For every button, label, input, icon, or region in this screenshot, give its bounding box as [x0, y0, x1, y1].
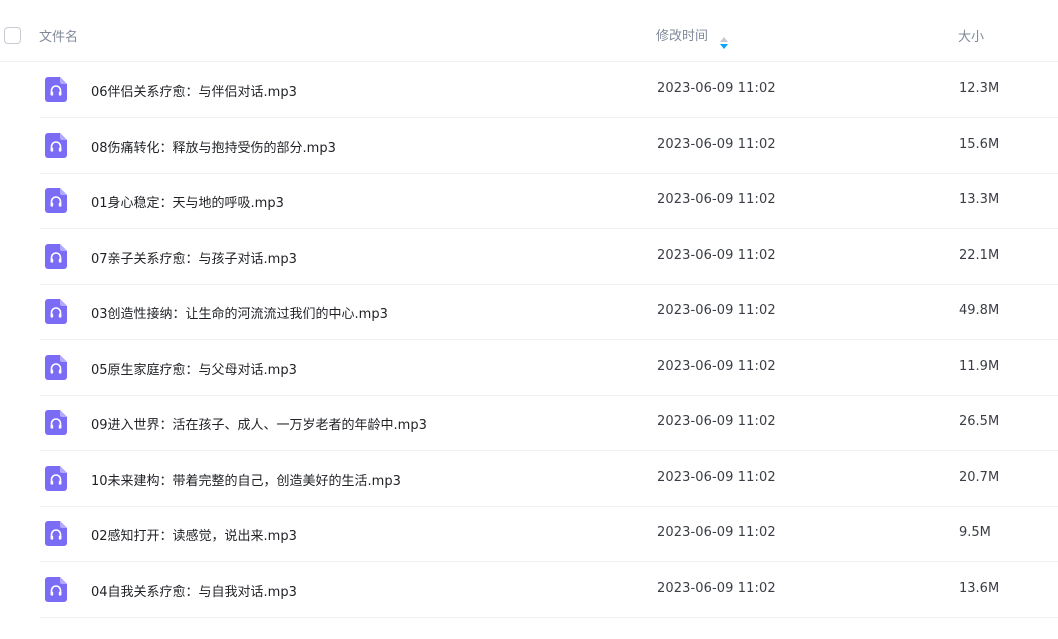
file-size: 13.6M [959, 580, 1000, 596]
modified-time: 2023-06-09 11:02 [657, 358, 776, 374]
file-row[interactable]: 08伤痛转化：释放与抱持受伤的部分.mp3 2023-06-09 11:02 15.… [40, 118, 1058, 174]
file-row[interactable]: 01身心稳定：天与地的呼吸.mp3 2023-06-09 11:02 13.3M [40, 173, 1058, 229]
file-size: 9.5M [959, 525, 991, 540]
file-row[interactable]: 02感知打开：读感觉，说出来.mp3 2023-06-09 11:02 9.5M [40, 506, 1058, 562]
sort-icon[interactable] [719, 36, 729, 50]
audio-file-icon [45, 465, 67, 491]
file-size: 20.7M [959, 469, 1000, 485]
column-header-size[interactable]: 大小 [958, 26, 984, 45]
list-header: 文件名 修改时间 大小 [0, 8, 1058, 62]
file-row[interactable]: 10未来建构：带着完整的自己，创造美好的生活.mp3 2023-06-09 11:… [40, 451, 1058, 507]
audio-file-icon [45, 77, 67, 102]
file-name[interactable]: 07亲子关系疗愈：与孩子对话.mp3 [91, 248, 297, 267]
file-row[interactable]: 09进入世界：活在孩子、成人、一万岁老者的年龄中.mp3 2023-06-09 1… [40, 395, 1058, 451]
file-row[interactable]: 07亲子关系疗愈：与孩子对话.mp3 2023-06-09 11:02 22.1M [40, 229, 1058, 285]
modified-time: 2023-06-09 11:02 [657, 81, 776, 96]
modified-time: 2023-06-09 11:02 [657, 525, 776, 540]
file-size: 13.3M [959, 192, 1000, 207]
modified-time: 2023-06-09 11:02 [657, 136, 776, 152]
file-name[interactable]: 10未来建构：带着完整的自己，创造美好的生活.mp3 [91, 470, 401, 489]
file-name[interactable]: 02感知打开：读感觉，说出来.mp3 [91, 525, 297, 544]
file-size: 15.6M [959, 136, 1000, 152]
file-name[interactable]: 05原生家庭疗愈：与父母对话.mp3 [91, 359, 297, 378]
modified-time: 2023-06-09 11:02 [657, 247, 776, 263]
file-size: 12.3M [959, 81, 1000, 96]
file-size: 26.5M [959, 414, 1000, 429]
file-row[interactable]: 06伴侣关系疗愈：与伴侣对话.mp3 2023-06-09 11:02 12.3M [40, 62, 1058, 118]
modified-time: 2023-06-09 11:02 [657, 192, 776, 207]
file-row[interactable]: 03创造性接纳：让生命的河流流过我们的中心.mp3 2023-06-09 11:0… [40, 284, 1058, 340]
file-row[interactable]: 04自我关系疗愈：与自我对话.mp3 2023-06-09 11:02 13.6M [40, 562, 1058, 618]
modified-time: 2023-06-09 11:02 [657, 414, 776, 429]
audio-file-icon [45, 132, 67, 158]
file-name[interactable]: 03创造性接纳：让生命的河流流过我们的中心.mp3 [91, 303, 388, 322]
file-name[interactable]: 06伴侣关系疗愈：与伴侣对话.mp3 [91, 81, 297, 100]
audio-file-icon [45, 354, 67, 380]
audio-file-icon [45, 299, 67, 324]
column-header-modified-time[interactable]: 修改时间 [656, 25, 708, 44]
modified-time: 2023-06-09 11:02 [657, 580, 776, 596]
audio-file-icon [45, 521, 67, 546]
file-row[interactable]: 05原生家庭疗愈：与父母对话.mp3 2023-06-09 11:02 11.9M [40, 340, 1058, 396]
file-name[interactable]: 04自我关系疗愈：与自我对话.mp3 [91, 581, 297, 600]
audio-file-icon [45, 576, 67, 602]
audio-file-icon [45, 243, 67, 269]
file-size: 22.1M [959, 247, 1000, 263]
modified-time: 2023-06-09 11:02 [657, 469, 776, 485]
select-all-checkbox[interactable] [4, 27, 21, 44]
file-list: 文件名 修改时间 大小 06伴侣关系疗愈：与伴侣对话.mp3 2023-06-09… [0, 0, 1058, 639]
file-name[interactable]: 09进入世界：活在孩子、成人、一万岁老者的年龄中.mp3 [91, 414, 427, 433]
column-header-name[interactable]: 文件名 [39, 26, 78, 45]
audio-file-icon [45, 188, 67, 213]
file-name[interactable]: 08伤痛转化：释放与抱持受伤的部分.mp3 [91, 137, 336, 156]
file-size: 49.8M [959, 303, 1000, 318]
file-name[interactable]: 01身心稳定：天与地的呼吸.mp3 [91, 192, 284, 211]
audio-file-icon [45, 410, 67, 435]
file-size: 11.9M [959, 358, 1000, 374]
modified-time: 2023-06-09 11:02 [657, 303, 776, 318]
